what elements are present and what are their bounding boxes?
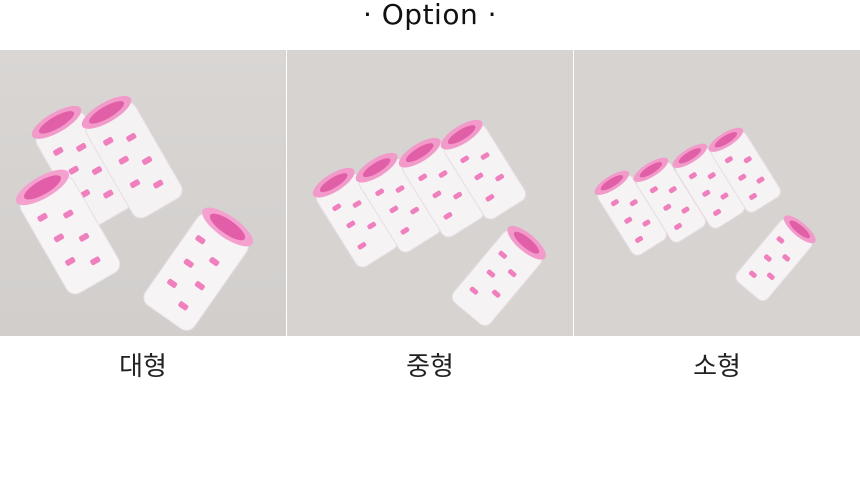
large-rollers-photo [0,50,286,336]
option-label-medium: 중형 [406,352,454,382]
option-row [0,50,860,336]
small-rollers-photo [574,50,860,336]
option-image-small[interactable] [574,50,860,336]
option-label-small: 소형 [693,352,741,382]
option-image-medium[interactable] [287,50,573,336]
option-label-large: 대형 [119,352,167,382]
medium-rollers-photo [287,50,573,336]
option-title: · Option · [362,0,498,31]
option-image-large[interactable] [0,50,286,336]
